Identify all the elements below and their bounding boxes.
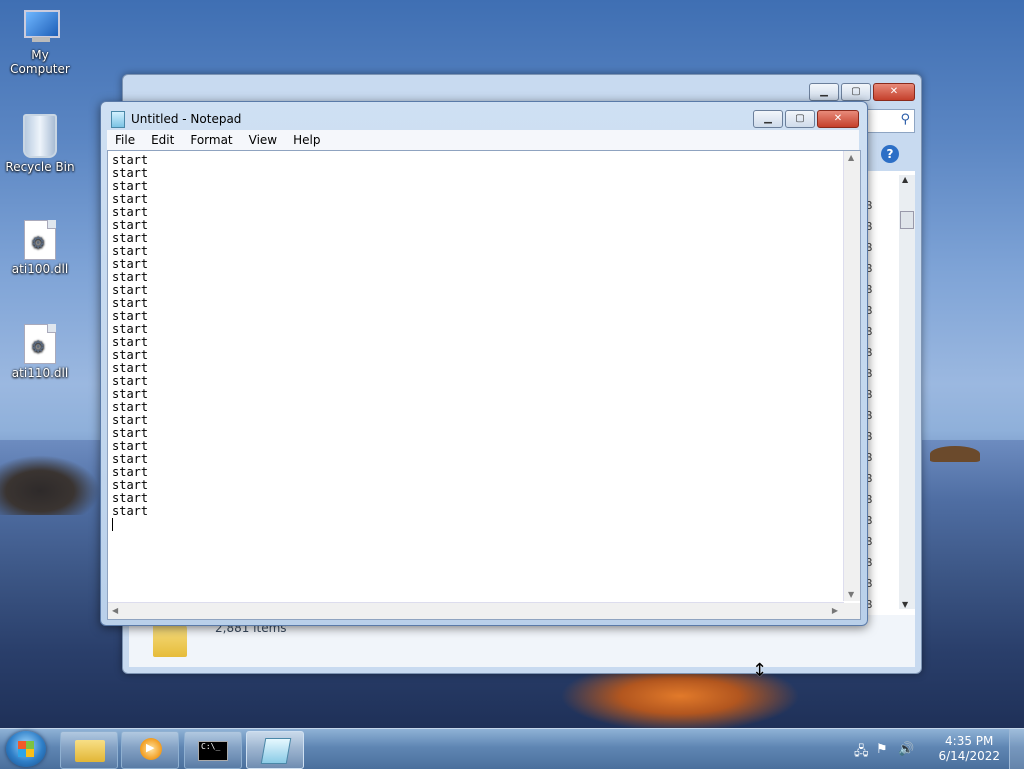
network-icon[interactable]: 🖧 (854, 742, 869, 764)
resize-cursor-icon: ↕ (752, 660, 768, 681)
notepad-window-controls: ▁ ▢ ✕ (753, 110, 859, 128)
notepad-window[interactable]: Untitled - Notepad ▁ ▢ ✕ File Edit Forma… (100, 101, 868, 626)
taskbar-cmd-button[interactable]: C:\_ (184, 731, 242, 769)
menu-edit[interactable]: Edit (143, 130, 182, 150)
window-title: Untitled - Notepad (131, 112, 242, 126)
folder-icon (75, 740, 105, 762)
desktop-icon-recycle-bin[interactable]: Recycle Bin (0, 114, 80, 174)
recycle-bin-icon (23, 114, 57, 158)
search-icon[interactable]: ⚲ (900, 112, 910, 127)
taskbar-explorer-button[interactable] (60, 731, 118, 769)
system-tray: 🖧 ⚑ 🔊 4:35 PM 6/14/2022 (854, 729, 1024, 769)
text-editor[interactable]: start start start start start start star… (107, 150, 861, 620)
action-center-icon[interactable]: ⚑ (876, 742, 888, 757)
maximize-button[interactable]: ▢ (841, 83, 871, 101)
explorer-window-controls: ▁ ▢ ✕ (809, 83, 915, 101)
menu-format[interactable]: Format (182, 130, 240, 150)
menu-bar: File Edit Format View Help (107, 130, 859, 150)
notepad-icon (260, 738, 292, 764)
desktop-icon-my-computer[interactable]: My Computer (0, 10, 80, 76)
scroll-up-arrow-icon[interactable]: ▲ (848, 153, 854, 162)
menu-help[interactable]: Help (285, 130, 328, 150)
dll-file-icon: ⚙ (24, 324, 56, 364)
wallpaper-rock (930, 446, 980, 462)
scroll-right-arrow-icon[interactable]: ▶ (832, 606, 838, 615)
menu-view[interactable]: View (241, 130, 285, 150)
clock-time: 4:35 PM (945, 734, 994, 748)
editor-text[interactable]: start start start start start start star… (112, 154, 148, 518)
taskbar-notepad-button[interactable] (246, 731, 304, 769)
desktop-icon-ati110-dll[interactable]: ⚙ ati110.dll (0, 324, 80, 380)
horizontal-scrollbar[interactable]: ◀ ▶ (108, 602, 844, 619)
scroll-left-arrow-icon[interactable]: ◀ (112, 606, 118, 615)
taskbar-media-player-button[interactable] (121, 731, 179, 769)
scroll-up-arrow-icon[interactable]: ▲ (902, 175, 908, 184)
desktop-icon-label: ati100.dll (11, 262, 69, 276)
computer-icon (20, 10, 60, 46)
wallpaper-sunset (560, 672, 800, 732)
media-player-icon (140, 738, 162, 760)
title-bar[interactable]: Untitled - Notepad (111, 110, 241, 128)
minimize-button[interactable]: ▁ (809, 83, 839, 101)
desktop-icon-label: Recycle Bin (5, 160, 75, 174)
show-desktop-button[interactable] (1009, 729, 1024, 769)
command-prompt-icon: C:\_ (198, 741, 228, 761)
folder-icon (153, 623, 187, 657)
explorer-search-box[interactable]: ⚲ (867, 109, 915, 133)
vertical-scrollbar[interactable]: ▲ ▼ (843, 151, 860, 601)
dll-file-icon: ⚙ (24, 220, 56, 260)
desktop-icon-ati100-dll[interactable]: ⚙ ati100.dll (0, 220, 80, 276)
desktop-icon-label: My Computer (10, 48, 70, 76)
close-button[interactable]: ✕ (873, 83, 915, 101)
text-caret (112, 518, 113, 531)
scroll-down-arrow-icon[interactable]: ▼ (902, 600, 908, 609)
volume-icon[interactable]: 🔊 (898, 742, 914, 757)
scroll-down-arrow-icon[interactable]: ▼ (848, 590, 854, 599)
start-button[interactable] (6, 731, 46, 767)
resize-grip-icon[interactable] (844, 603, 860, 619)
desktop-icon-label: ati110.dll (11, 366, 69, 380)
minimize-button[interactable]: ▁ (753, 110, 783, 128)
windows-logo-icon (18, 741, 34, 757)
wallpaper-rocks (0, 455, 100, 515)
clock[interactable]: 4:35 PM 6/14/2022 (938, 734, 1000, 764)
help-icon[interactable]: ? (881, 145, 899, 163)
maximize-button[interactable]: ▢ (785, 110, 815, 128)
menu-file[interactable]: File (107, 130, 143, 150)
explorer-scrollbar[interactable]: ▲ ▼ (899, 175, 915, 609)
close-button[interactable]: ✕ (817, 110, 859, 128)
notepad-icon (111, 110, 125, 128)
taskbar: C:\_ 🖧 ⚑ 🔊 4:35 PM 6/14/2022 (0, 728, 1024, 769)
clock-date: 6/14/2022 (938, 749, 1000, 763)
scroll-thumb[interactable] (900, 211, 914, 229)
